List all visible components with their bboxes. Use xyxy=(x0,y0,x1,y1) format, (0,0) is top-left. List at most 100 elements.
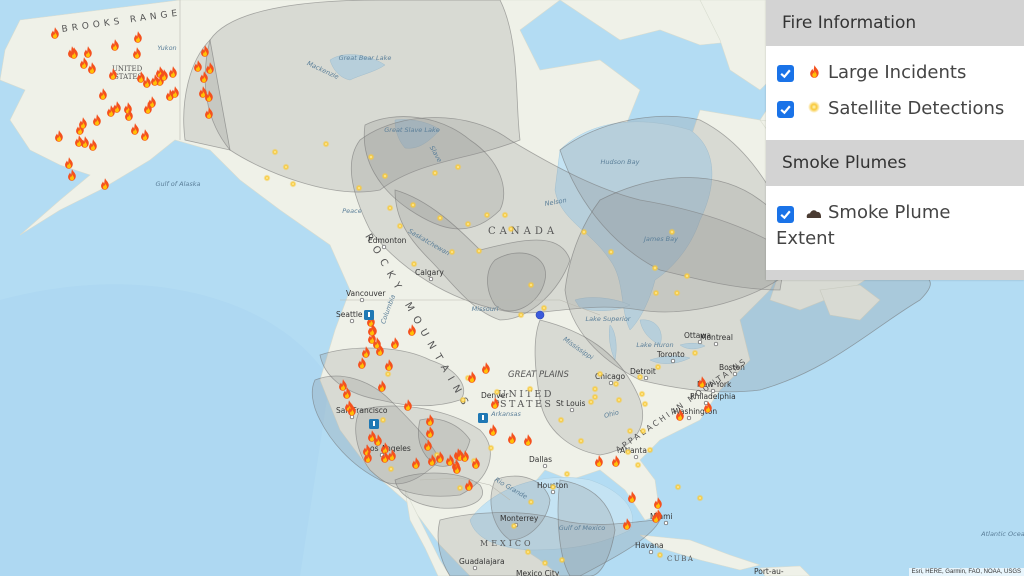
water-label-atlantic: Atlantic Ocean xyxy=(980,530,1024,538)
satellite-dot-icon xyxy=(806,96,822,122)
map-attribution[interactable]: Esri, HERE, Garmin, FAO, NOAA, USGS xyxy=(908,568,1024,576)
water-label-hudson: Hudson Bay xyxy=(601,158,640,166)
region-label-canada: CANADA xyxy=(488,226,558,237)
city-name: St Louis xyxy=(556,399,586,408)
satellite-detection-dot xyxy=(483,211,491,219)
legend-item-smoke-plume-extent[interactable]: Smoke Plume Extent xyxy=(776,200,1014,252)
city-name: Port-au- xyxy=(754,567,784,576)
city-name: Calgary xyxy=(415,268,444,277)
water-label-great-bear: Great Bear Lake xyxy=(339,54,392,62)
satellite-detection-dot xyxy=(396,222,404,230)
city-dot xyxy=(542,463,548,469)
checkmark-icon xyxy=(780,69,791,79)
satellite-detection-dot xyxy=(436,214,444,222)
satellite-detection-dot xyxy=(639,427,647,435)
satellite-detection-dot xyxy=(387,465,395,473)
legend-item-large-incidents[interactable]: Large Incidents xyxy=(776,60,1014,86)
city-dot xyxy=(428,276,434,282)
smoke-plume-checkbox[interactable] xyxy=(777,206,794,223)
satellite-detection-dot xyxy=(282,163,290,171)
satellite-detection-dot xyxy=(591,393,599,401)
water-label-huron: Lake Huron xyxy=(636,341,673,349)
satellite-detection-dot xyxy=(493,388,501,396)
city-dot xyxy=(703,400,709,406)
city-dot xyxy=(608,380,614,386)
region-label-alaska-us1: UNITED xyxy=(112,65,143,73)
satellite-detection-dot xyxy=(409,201,417,209)
satellite-detection-dot xyxy=(517,311,525,319)
satellite-detection-dot xyxy=(355,184,363,192)
satellite-detection-dot xyxy=(263,174,271,182)
satellite-detection-dot xyxy=(654,363,662,371)
flame-icon xyxy=(806,60,822,86)
city-name: Mexico City xyxy=(516,569,560,576)
blue-location-marker[interactable] xyxy=(535,310,545,320)
satellite-detections-checkbox[interactable] xyxy=(777,101,794,118)
large-incidents-checkbox[interactable] xyxy=(777,65,794,82)
city-dot xyxy=(472,565,478,571)
city-name: Detroit xyxy=(630,367,656,376)
satellite-detection-dot xyxy=(612,380,620,388)
city-name: Guadalajara xyxy=(459,557,505,566)
satellite-detection-dot xyxy=(656,551,664,559)
water-label-james: James Bay xyxy=(642,235,678,243)
checkmark-icon xyxy=(780,210,791,220)
river-label-yukon: Yukon xyxy=(157,44,176,52)
satellite-detection-dot xyxy=(454,163,462,171)
city-name: Havana xyxy=(635,541,664,550)
satellite-detection-dot xyxy=(459,396,467,404)
satellite-detection-dot xyxy=(501,211,509,219)
city-name: Seattle xyxy=(336,310,363,319)
satellite-detection-dot xyxy=(322,140,330,148)
city-dot xyxy=(732,371,738,377)
incident-info-marker[interactable] xyxy=(364,310,374,320)
city-dot xyxy=(349,318,355,324)
satellite-detection-dot xyxy=(410,260,418,268)
incident-info-marker[interactable] xyxy=(478,413,488,423)
legend-smoke-list: Smoke Plume Extent xyxy=(766,186,1024,270)
satellite-detection-dot xyxy=(615,396,623,404)
satellite-detection-dot xyxy=(507,225,515,233)
water-label-great-slave: Great Slave Lake xyxy=(384,126,440,134)
city-name: Monterrey xyxy=(500,514,539,523)
satellite-detection-dot xyxy=(526,385,534,393)
satellite-detection-dot xyxy=(271,148,279,156)
river-label-missouri: Missouri xyxy=(472,305,499,313)
city-name: Vancouver xyxy=(346,289,386,298)
legend-header-fire: Fire Information xyxy=(766,0,1024,46)
satellite-detection-dot xyxy=(580,228,588,236)
region-label-cuba: CUBA xyxy=(667,555,694,563)
satellite-detection-dot xyxy=(651,264,659,272)
satellite-detections-label: Satellite Detections xyxy=(828,98,1005,119)
smoke-cloud-icon xyxy=(806,200,822,226)
satellite-detection-dot xyxy=(289,180,297,188)
city-label: Port-au- xyxy=(754,567,784,576)
city-dot xyxy=(359,297,365,303)
satellite-detection-dot xyxy=(367,153,375,161)
satellite-detection-dot xyxy=(384,370,392,378)
city-dot xyxy=(381,244,387,250)
satellite-detection-dot xyxy=(563,470,571,478)
city-dot xyxy=(569,407,575,413)
satellite-detection-dot xyxy=(638,390,646,398)
incident-info-marker[interactable] xyxy=(369,419,379,429)
satellite-detection-dot xyxy=(691,349,699,357)
satellite-detection-dot xyxy=(607,248,615,256)
satellite-detection-dot xyxy=(596,370,604,378)
satellite-detection-dot xyxy=(674,483,682,491)
satellite-detection-dot xyxy=(379,416,387,424)
region-label-plains: GREAT PLAINS xyxy=(508,370,569,380)
city-name: Edmonton xyxy=(368,236,407,245)
smoke-plume-extent-label: Smoke Plume Extent xyxy=(776,202,951,249)
city-dot xyxy=(648,549,654,555)
water-label-gulf-mexico: Gulf of Mexico xyxy=(559,524,605,532)
legend-item-satellite-detections[interactable]: Satellite Detections xyxy=(776,96,1014,122)
satellite-detection-dot xyxy=(636,373,644,381)
city-label: Mexico City xyxy=(516,569,560,576)
satellite-detection-dot xyxy=(577,437,585,445)
legend-footer xyxy=(766,270,1024,280)
satellite-detection-dot xyxy=(634,461,642,469)
satellite-detection-dot xyxy=(641,400,649,408)
legend-header-smoke: Smoke Plumes xyxy=(766,140,1024,186)
city-dot xyxy=(663,520,669,526)
